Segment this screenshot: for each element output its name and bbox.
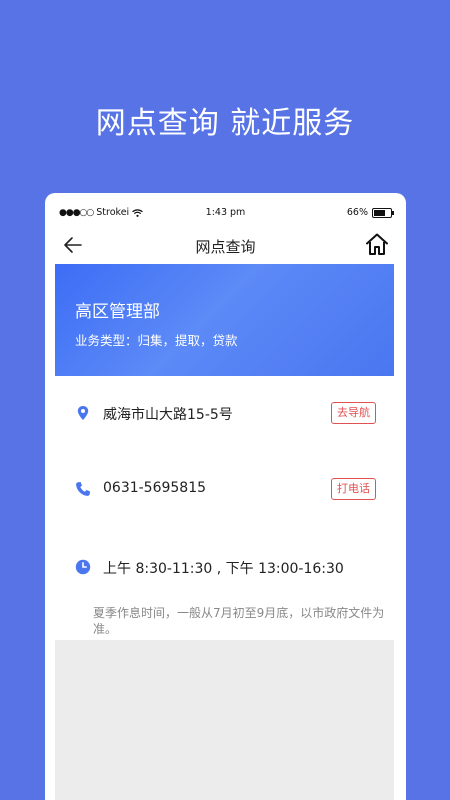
nav-bar: 网点查询 [45,227,406,263]
branch-name: 高区管理部 [75,302,160,322]
phone-frame: ●●●○○ Strokei 1:43 pm 66% 网点查询 高区管理部 业务类… [45,193,406,800]
phone-row: 0631-5695815 打电话 [55,451,394,527]
phone-icon [76,482,90,496]
promo-title: 网点查询 就近服务 [95,106,355,141]
status-bar: ●●●○○ Strokei 1:43 pm 66% [45,205,406,223]
battery-level [374,209,385,216]
navigate-button[interactable]: 去导航 [331,402,376,424]
home-icon [366,233,388,255]
address-text: 威海市山大路15-5号 [103,407,233,423]
address-row: 威海市山大路15-5号 去导航 [55,376,394,452]
clock-icon [75,559,91,575]
phone-number[interactable]: 0631-5695815 [103,480,206,496]
battery-icon [372,207,394,218]
location-pin-icon [77,406,89,420]
hours-note: 夏季作息时间，一般从7月初至9月底，以市政府文件为准。 [93,606,385,636]
call-button[interactable]: 打电话 [331,478,376,500]
branch-banner: 高区管理部 业务类型：归集，提取，贷款 [55,264,394,376]
business-type: 业务类型：归集，提取，贷款 [75,333,238,348]
page-title: 网点查询 [195,238,256,256]
home-button[interactable] [364,231,390,257]
hours-text: 上午 8:30-11:30 , 下午 13:00-16:30 [103,561,344,577]
map-area [55,640,394,800]
battery-percent: 66% [346,207,368,218]
